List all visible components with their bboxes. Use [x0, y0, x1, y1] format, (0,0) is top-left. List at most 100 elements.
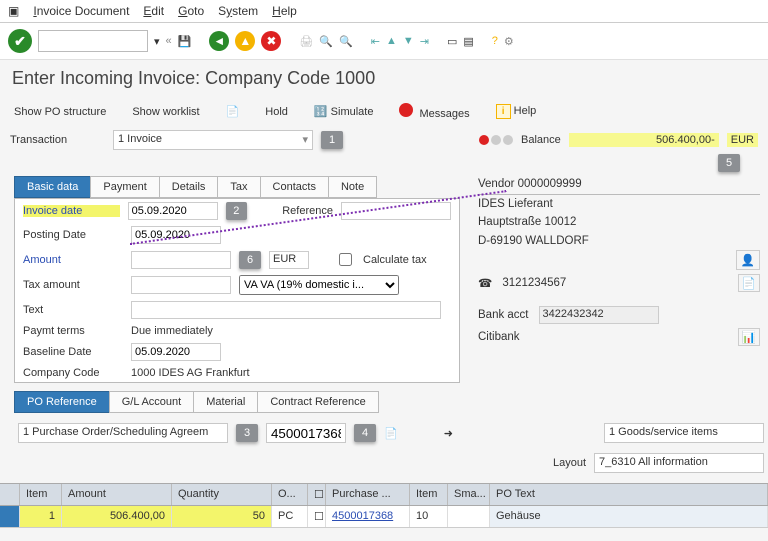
- more-po-icon[interactable]: 📄: [384, 427, 398, 440]
- vendor-panel: Vendor 0000009999 IDES Lieferant Hauptst…: [470, 172, 768, 383]
- amount-field[interactable]: [131, 251, 231, 269]
- transaction-label: Transaction: [10, 134, 105, 146]
- settings-icon[interactable]: ⚙: [504, 35, 514, 48]
- help-button[interactable]: i Help: [496, 104, 537, 119]
- nav-back-icon[interactable]: ◄: [209, 31, 229, 51]
- item-grid: Item Amount Quantity O... ☐ Purchase ...…: [0, 483, 768, 528]
- tab-basic-data[interactable]: Basic data: [14, 176, 91, 198]
- menu-goto[interactable]: Goto: [178, 4, 204, 18]
- invoice-date-label: Invoice date: [23, 205, 120, 217]
- callout-2: 2: [226, 202, 247, 220]
- menu-edit[interactable]: Edit: [143, 4, 164, 18]
- cell-potext: Gehäuse: [490, 506, 768, 527]
- callout-6: 6: [239, 251, 261, 269]
- actionbar: Show PO structure Show worklist 📄 Hold 🔢…: [0, 97, 768, 126]
- enter-button[interactable]: ✔: [8, 29, 32, 53]
- cell-amount[interactable]: 506.400,00: [62, 506, 172, 527]
- amount-curr: EUR: [269, 251, 309, 269]
- messages-button[interactable]: Messages: [399, 103, 469, 120]
- folder-icon[interactable]: 📄: [226, 105, 240, 118]
- tab-tax[interactable]: Tax: [217, 176, 260, 198]
- invoice-date-field[interactable]: [128, 202, 218, 220]
- layout-icon[interactable]: ▤: [463, 35, 473, 48]
- tab-note[interactable]: Note: [328, 176, 377, 198]
- tax-code-dropdown[interactable]: VA VA (19% domestic i...: [239, 275, 399, 295]
- basic-data-pane: Invoice date 2 Reference Posting Date Am…: [14, 198, 460, 383]
- text-label: Text: [23, 304, 123, 316]
- col-potext[interactable]: PO Text: [490, 484, 768, 505]
- tab-gl-account[interactable]: G/L Account: [109, 391, 195, 413]
- cell-qty[interactable]: 50: [172, 506, 272, 527]
- save-icon[interactable]: 💾: [178, 35, 192, 48]
- header-tabs: Basic data Payment Details Tax Contacts …: [14, 176, 460, 198]
- new-session-icon[interactable]: ▭: [447, 35, 457, 48]
- tab-payment[interactable]: Payment: [90, 176, 159, 198]
- menu-help[interactable]: Help: [272, 4, 297, 18]
- next-page-icon[interactable]: ▼: [403, 35, 414, 47]
- company-code-label: Company Code: [23, 367, 123, 379]
- col-sma[interactable]: Sma...: [448, 484, 490, 505]
- cancel-icon[interactable]: ✖: [261, 31, 281, 51]
- show-po-structure[interactable]: Show PO structure: [14, 106, 106, 118]
- tab-contract-ref[interactable]: Contract Reference: [257, 391, 378, 413]
- menu-invoice-doc[interactable]: Invoice Document: [33, 4, 129, 18]
- app-icon: ▣: [8, 4, 19, 18]
- cell-item: 1: [20, 506, 62, 527]
- col-uom[interactable]: O...: [272, 484, 308, 505]
- show-worklist[interactable]: Show worklist: [132, 106, 199, 118]
- vendor-street: Hauptstraße 10012: [478, 213, 760, 231]
- hold-button[interactable]: Hold: [265, 106, 288, 118]
- goods-items-dropdown[interactable]: 1 Goods/service items: [604, 423, 764, 443]
- tab-po-reference[interactable]: PO Reference: [14, 391, 110, 413]
- first-page-icon[interactable]: ⇤: [371, 35, 380, 48]
- phone-icon: ☎: [478, 276, 492, 290]
- oi-icon[interactable]: 📊: [738, 328, 760, 346]
- text-field[interactable]: [131, 301, 441, 319]
- layout-row: Layout 7_6310 All information: [14, 453, 768, 479]
- cell-uom[interactable]: PC: [272, 506, 308, 527]
- address-icon[interactable]: 👤: [736, 250, 760, 270]
- dropdown-icon[interactable]: ▾: [154, 35, 160, 48]
- prev-page-icon[interactable]: ▲: [386, 35, 397, 47]
- bank-name: Citibank: [478, 331, 520, 343]
- callout-5: 5: [718, 154, 740, 172]
- menubar: ▣ Invoice Document Edit Goto System Help: [0, 0, 768, 23]
- tab-details[interactable]: Details: [159, 176, 219, 198]
- command-field[interactable]: [38, 30, 148, 52]
- col-item[interactable]: Item: [20, 484, 62, 505]
- col-amount[interactable]: Amount: [62, 484, 172, 505]
- tab-material[interactable]: Material: [193, 391, 258, 413]
- cell-po[interactable]: 4500017368: [326, 506, 410, 527]
- po-ref-toolbar: 1 Purchase Order/Scheduling Agreem 3 4 📄…: [14, 417, 768, 449]
- vendor-city: D-69190 WALLDORF: [478, 232, 760, 250]
- nav-exit-icon[interactable]: ▲: [235, 31, 255, 51]
- chevron-down-icon: ▾: [302, 133, 308, 146]
- layout-dropdown[interactable]: 7_6310 All information: [594, 453, 764, 473]
- last-page-icon[interactable]: ⇥: [420, 35, 429, 48]
- baseline-date-field[interactable]: [131, 343, 221, 361]
- cell-chk[interactable]: ☐: [308, 506, 326, 527]
- cell-poitem: 10: [410, 506, 448, 527]
- transaction-row: Transaction 1 Invoice ▾ 1 Balance 506.40…: [0, 126, 768, 154]
- simulate-button[interactable]: 🔢 Simulate: [314, 105, 374, 118]
- execute-po-icon[interactable]: ➜: [444, 427, 453, 440]
- posting-date-label: Posting Date: [23, 229, 123, 241]
- back-icon[interactable]: «: [166, 35, 172, 47]
- col-poitem[interactable]: Item: [410, 484, 448, 505]
- transaction-dropdown[interactable]: 1 Invoice ▾: [113, 130, 313, 150]
- po-ref-type-dropdown[interactable]: 1 Purchase Order/Scheduling Agreem: [18, 423, 228, 443]
- tax-amount-field[interactable]: [131, 276, 231, 294]
- col-qty[interactable]: Quantity: [172, 484, 272, 505]
- note-icon[interactable]: 📄: [738, 274, 760, 292]
- po-number-field[interactable]: [266, 423, 346, 443]
- col-po[interactable]: Purchase ...: [326, 484, 410, 505]
- tab-contacts[interactable]: Contacts: [260, 176, 329, 198]
- table-row[interactable]: 1 506.400,00 50 PC ☐ 4500017368 10 Gehäu…: [0, 506, 768, 528]
- col-del[interactable]: ☐: [308, 484, 326, 505]
- paymt-terms-label: Paymt terms: [23, 325, 123, 337]
- find-icon: 🔍: [319, 35, 333, 48]
- vendor-phone: 3121234567: [502, 277, 566, 289]
- help-toolbar-icon[interactable]: ?: [492, 35, 498, 47]
- calc-tax-checkbox[interactable]: [339, 253, 352, 266]
- menu-system[interactable]: System: [218, 4, 258, 18]
